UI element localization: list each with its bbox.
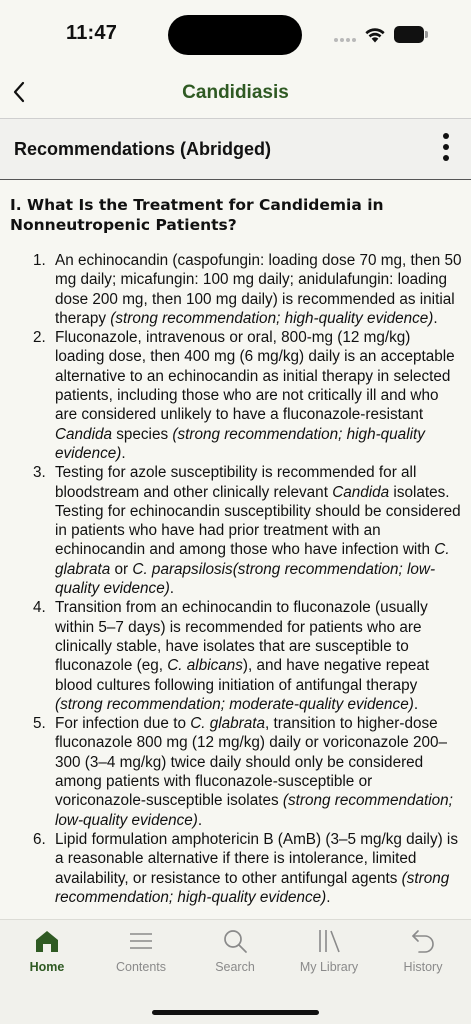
recommendation-text-italic: C. glabrata <box>190 715 266 733</box>
recommendation-item: 3. Testing for azole susceptibility is re… <box>0 463 471 598</box>
tab-home[interactable]: Home <box>0 928 94 984</box>
battery-icon <box>394 26 428 43</box>
recommendation-text: . <box>433 309 438 327</box>
content-scroll-area[interactable]: I. What Is the Treatment for Candidemia … <box>0 181 471 919</box>
navigation-bar: Candidiasis <box>0 70 471 118</box>
recommendation-item: 5. For infection due to C. glabrata, tran… <box>0 714 471 830</box>
recommendation-text: species <box>111 425 173 443</box>
tab-label: My Library <box>299 960 359 974</box>
recommendation-text: . <box>197 811 203 829</box>
recommendation-text: . <box>413 695 419 713</box>
recommendation-item: 6. Lipid formulation amphotericin B (AmB)… <box>0 830 471 907</box>
more-options-icon[interactable] <box>434 133 458 167</box>
recommendation-text-italic: Candida <box>332 483 390 501</box>
recommendation-text-italic: Candida <box>55 425 112 443</box>
status-time: 11:47 <box>66 22 118 44</box>
recommendation-number: 3. <box>33 464 46 482</box>
tab-contents[interactable]: Contents <box>94 928 188 984</box>
contents-icon <box>130 933 152 949</box>
recommendation-text: . <box>121 444 126 462</box>
library-icon <box>319 930 340 953</box>
recommendation-number: 6. <box>33 830 46 848</box>
home-icon <box>36 931 58 952</box>
tab-label: Contents <box>115 960 167 974</box>
tab-history[interactable]: History <box>376 928 470 984</box>
dynamic-island <box>168 15 302 55</box>
recommendation-text: Lipid formulation amphotericin B (AmB) (… <box>55 830 458 887</box>
tab-label: History <box>403 960 443 974</box>
recommendation-text-italic: (strong recommendation; moderate-quality… <box>55 695 414 713</box>
history-icon <box>412 930 434 953</box>
wifi-icon <box>365 28 385 43</box>
recommendation-number: 1. <box>33 252 46 269</box>
page-title: Candidiasis <box>182 82 289 103</box>
question-heading: I. What Is the Treatment for Candidemia … <box>10 196 384 234</box>
recommendation-item: 2. Fluconazole, intravenous or oral, 800-… <box>0 328 471 463</box>
recommendation-number: 4. <box>33 599 46 617</box>
cellular-signal-icon <box>334 38 358 42</box>
tab-label: Search <box>215 960 255 974</box>
recommendation-number: 2. <box>33 329 46 347</box>
recommendation-text: . <box>326 888 331 906</box>
tab-label: Home <box>29 960 65 974</box>
recommendation-item: 4. Transition from an echinocandin to flu… <box>0 598 471 714</box>
section-title: Recommendations (Abridged) <box>14 139 272 159</box>
status-bar: 11:47 <box>0 0 471 70</box>
recommendation-text: or <box>110 560 133 578</box>
recommendation-list: 1. An echinocandin (caspofungin: loading … <box>0 251 471 907</box>
search-icon <box>224 930 247 953</box>
tab-my-library[interactable]: My Library <box>282 928 376 984</box>
home-indicator <box>152 1010 319 1015</box>
recommendation-text-italic: C. albicans <box>167 657 243 675</box>
recommendation-item: 1. An echinocandin (caspofungin: loading … <box>0 251 471 328</box>
tab-bar: Home Contents Search My Library History <box>0 919 471 1024</box>
tab-search[interactable]: Search <box>188 928 282 984</box>
recommendation-text: For infection due to <box>55 715 191 733</box>
recommendation-number: 5. <box>33 715 46 733</box>
recommendation-text-italic: (strong recommendation; high-quality evi… <box>110 309 434 327</box>
section-header: Recommendations (Abridged) <box>0 118 471 180</box>
recommendation-text: . <box>169 580 175 598</box>
recommendation-text: Fluconazole, intravenous or oral, 800-mg… <box>55 329 455 424</box>
